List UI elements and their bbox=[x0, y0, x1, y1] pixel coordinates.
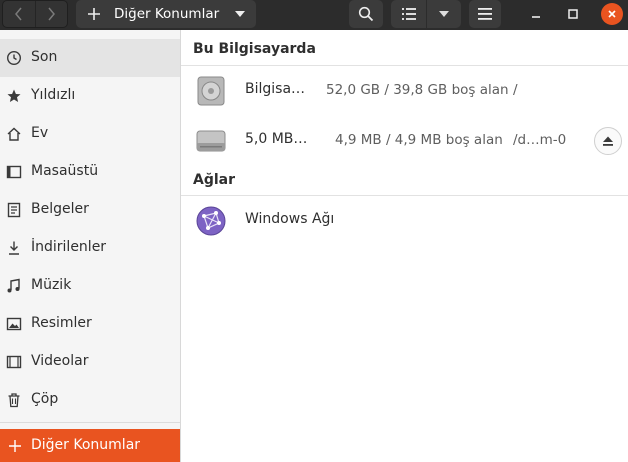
sidebar-item-label: Diğer Konumlar bbox=[31, 437, 141, 453]
sidebar-item-documents[interactable]: Belgeler bbox=[0, 191, 180, 229]
drive-name: 5,0 MB… bbox=[245, 131, 308, 147]
back-button[interactable] bbox=[3, 1, 35, 27]
video-icon bbox=[6, 355, 22, 369]
history-nav bbox=[2, 0, 68, 28]
drive-row-volume[interactable]: 5,0 MB… 4,9 MB / 4,9 MB boş alan /d…m-0 bbox=[181, 117, 628, 163]
network-name: Windows Ağı bbox=[245, 211, 335, 227]
sidebar-item-trash[interactable]: Çöp bbox=[0, 381, 180, 419]
view-toggle-group bbox=[391, 0, 461, 28]
drive-path: /d…m-0 bbox=[513, 132, 567, 148]
close-button[interactable] bbox=[601, 3, 623, 25]
forward-button[interactable] bbox=[34, 1, 67, 27]
clock-icon bbox=[6, 50, 22, 66]
sidebar-item-label: Ev bbox=[31, 125, 49, 141]
sidebar-item-label: Yıldızlı bbox=[31, 87, 76, 103]
sidebar-item-recent[interactable]: Son bbox=[0, 39, 180, 77]
sidebar-item-label: Masaüstü bbox=[31, 163, 99, 179]
sidebar-item-videos[interactable]: Videolar bbox=[0, 343, 180, 381]
chevron-down-icon bbox=[439, 11, 449, 17]
path-label: Diğer Konumlar bbox=[114, 6, 220, 22]
sidebar-item-music[interactable]: Müzik bbox=[0, 267, 180, 305]
section-divider bbox=[181, 65, 628, 66]
sidebar-item-desktop[interactable]: Masaüstü bbox=[0, 153, 180, 191]
eject-button[interactable] bbox=[594, 127, 622, 155]
sidebar-item-pictures[interactable]: Resimler bbox=[0, 305, 180, 343]
drive-space: 52,0 GB / 39,8 GB boş alan bbox=[326, 82, 509, 98]
maximize-icon bbox=[568, 9, 578, 19]
minimize-icon bbox=[532, 16, 540, 18]
sidebar-item-home[interactable]: Ev bbox=[0, 115, 180, 153]
drive-row-computer[interactable]: Bilgisa… 52,0 GB / 39,8 GB boş alan / bbox=[181, 67, 628, 113]
section-divider bbox=[181, 195, 628, 196]
sidebar-item-label: Belgeler bbox=[31, 201, 89, 217]
drive-name: Bilgisa… bbox=[245, 81, 306, 97]
minimize-button[interactable] bbox=[525, 3, 547, 25]
maximize-button[interactable] bbox=[562, 3, 584, 25]
sidebar-item-downloads[interactable]: İndirilenler bbox=[0, 229, 180, 267]
sidebar-item-label: Resimler bbox=[31, 315, 92, 331]
home-icon bbox=[7, 127, 21, 141]
view-options-button[interactable] bbox=[426, 0, 461, 28]
sidebar-item-label: Müzik bbox=[31, 277, 72, 293]
chevron-right-icon bbox=[48, 7, 56, 21]
sidebar-divider bbox=[0, 422, 180, 423]
plus-icon bbox=[9, 440, 21, 452]
main-content: Bu Bilgisayarda Bilgisa… 52,0 GB / 39,8 … bbox=[181, 30, 628, 462]
download-icon bbox=[9, 241, 19, 255]
sidebar-item-label: İndirilenler bbox=[31, 239, 107, 255]
drive-space: 4,9 MB / 4,9 MB boş alan bbox=[335, 132, 503, 148]
list-view-button[interactable] bbox=[391, 0, 426, 28]
hamburger-menu-icon bbox=[478, 8, 492, 20]
sidebar-item-starred[interactable]: Yıldızlı bbox=[0, 77, 180, 115]
sidebar-item-label: Çöp bbox=[31, 391, 59, 407]
desktop-icon bbox=[6, 165, 22, 179]
document-icon bbox=[7, 202, 21, 218]
star-icon bbox=[7, 89, 21, 102]
music-icon bbox=[7, 278, 20, 293]
drive-path: / bbox=[513, 82, 518, 98]
section-title-computer: Bu Bilgisayarda bbox=[193, 41, 316, 57]
network-row-windows[interactable]: Windows Ağı bbox=[181, 197, 628, 243]
eject-icon bbox=[603, 136, 613, 146]
search-button[interactable] bbox=[349, 0, 383, 28]
search-icon bbox=[358, 6, 374, 22]
menu-button[interactable] bbox=[469, 0, 501, 28]
drive-icon bbox=[196, 130, 226, 152]
sidebar: Son Yıldızlı Ev Masaüstü Belgeler İndiri… bbox=[0, 30, 181, 462]
path-bar-button[interactable]: Diğer Konumlar bbox=[76, 0, 256, 28]
list-view-icon bbox=[401, 8, 416, 20]
close-icon bbox=[608, 10, 616, 18]
picture-icon bbox=[6, 317, 22, 331]
sidebar-item-label: Son bbox=[31, 49, 58, 65]
header-bar: Diğer Konumlar bbox=[0, 0, 628, 30]
plus-icon bbox=[88, 8, 100, 20]
chevron-left-icon bbox=[15, 7, 22, 21]
section-title-networks: Ağlar bbox=[193, 172, 236, 188]
chevron-down-icon bbox=[235, 11, 245, 17]
network-globe-icon bbox=[196, 206, 226, 236]
sidebar-item-other-locations[interactable]: Diğer Konumlar bbox=[0, 429, 180, 462]
hard-disk-icon bbox=[197, 76, 225, 106]
sidebar-item-label: Videolar bbox=[31, 353, 89, 369]
trash-icon bbox=[8, 393, 20, 408]
